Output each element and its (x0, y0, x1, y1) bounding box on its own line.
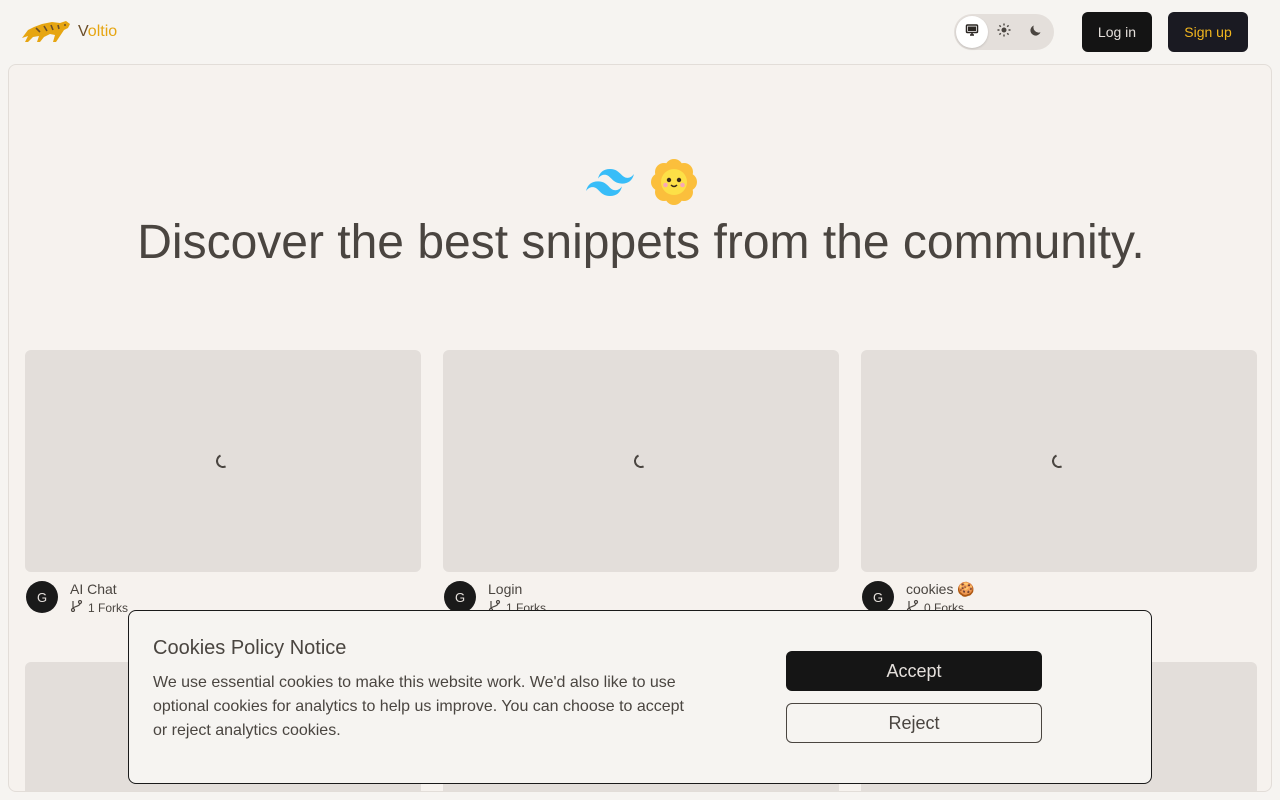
avatar[interactable]: G (26, 581, 58, 613)
flower-emoji-icon (650, 158, 698, 211)
hero-icons (586, 158, 698, 211)
logo-link[interactable]: Voltio (20, 18, 117, 46)
reject-cookies-button[interactable]: Reject (786, 703, 1042, 743)
signup-button[interactable]: Sign up (1168, 12, 1248, 52)
avatar[interactable]: G (862, 581, 894, 613)
card-title[interactable]: cookies 🍪 (906, 581, 975, 598)
snippet-card[interactable]: G Login 1 Forks (443, 350, 839, 625)
theme-system-button[interactable] (956, 16, 988, 48)
theme-light-button[interactable] (988, 16, 1020, 48)
moon-icon (1029, 23, 1043, 42)
loading-spinner-icon (214, 452, 232, 470)
card-preview[interactable] (861, 350, 1257, 572)
cookie-title: Cookies Policy Notice (153, 637, 347, 659)
accept-cookies-button[interactable]: Accept (786, 651, 1042, 691)
snippet-card[interactable]: G AI Chat 1 Forks (25, 350, 421, 625)
card-preview[interactable] (25, 350, 421, 572)
cookie-text: We use essential cookies to make this we… (153, 674, 684, 739)
tiger-logo-icon (20, 18, 72, 46)
cookie-banner: Cookies Policy Notice We use essential c… (128, 610, 1152, 784)
card-title[interactable]: AI Chat (70, 581, 117, 597)
loading-spinner-icon (1050, 452, 1068, 470)
card-title[interactable]: Login (488, 581, 522, 597)
tailwind-icon (586, 167, 634, 202)
card-preview[interactable] (443, 350, 839, 572)
snippet-card[interactable]: G cookies 🍪 0 Forks (861, 350, 1257, 625)
sun-icon (997, 23, 1011, 42)
logo-text: Voltio (78, 23, 118, 40)
theme-toggle (954, 14, 1054, 50)
loading-spinner-icon (632, 452, 650, 470)
theme-dark-button[interactable] (1020, 16, 1052, 48)
login-button[interactable]: Log in (1082, 12, 1152, 52)
avatar[interactable]: G (444, 581, 476, 613)
git-fork-icon (70, 599, 84, 615)
monitor-icon (965, 23, 979, 42)
site-header: Voltio Log in Sign up (0, 0, 1280, 64)
page-title: Discover the best snippets from the comm… (137, 216, 1145, 269)
card-forks: 1 Forks (70, 599, 128, 615)
